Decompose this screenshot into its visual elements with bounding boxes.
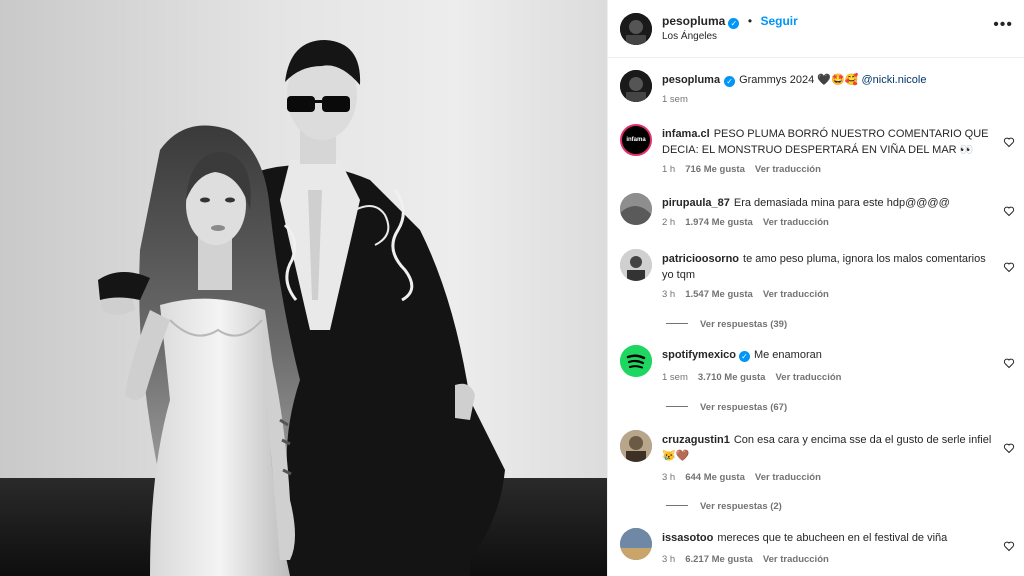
comment-time[interactable]: 2 h	[662, 217, 675, 228]
comment-time[interactable]: 1 sem	[662, 372, 688, 383]
comment-text: Era demasiada mina para este hdp@@@@	[733, 197, 950, 209]
comment-time[interactable]: 3 h	[662, 289, 675, 300]
translate-link[interactable]: Ver traducción	[763, 289, 829, 300]
avatar[interactable]	[620, 430, 652, 462]
heart-icon[interactable]	[1003, 205, 1015, 217]
view-replies-label: Ver respuestas (39)	[700, 319, 788, 330]
avatar[interactable]	[620, 70, 652, 102]
translate-link[interactable]: Ver traducción	[763, 217, 829, 228]
comment-likes[interactable]: 1.974 Me gusta	[685, 217, 753, 228]
comment-likes[interactable]: 3.710 Me gusta	[698, 372, 766, 383]
verified-icon: ✓	[728, 18, 740, 29]
view-replies-button[interactable]: Ver respuestas (39)	[666, 319, 787, 330]
replies-line	[666, 505, 688, 506]
comment-likes[interactable]: 644 Me gusta	[685, 472, 745, 483]
post-photo[interactable]	[0, 0, 607, 576]
caption-username[interactable]: pesopluma	[662, 74, 720, 86]
avatar[interactable]: infama	[620, 124, 652, 156]
more-horizontal-icon[interactable]: •••	[993, 16, 1013, 34]
translate-link[interactable]: Ver traducción	[775, 372, 841, 383]
replies-line	[666, 406, 688, 407]
translate-link[interactable]: Ver traducción	[755, 164, 821, 175]
avatar[interactable]	[620, 193, 652, 225]
comment-likes[interactable]: 1.547 Me gusta	[685, 289, 753, 300]
comment-text: PESO PLUMA BORRÓ NUESTRO COMENTARIO QUE …	[662, 128, 989, 156]
comment-time[interactable]: 3 h	[662, 472, 675, 483]
heart-icon[interactable]	[1003, 136, 1015, 148]
comment-likes[interactable]: 716 Me gusta	[685, 164, 745, 175]
heart-icon[interactable]	[1003, 357, 1015, 369]
comment-username[interactable]: pirupaula_87	[662, 197, 730, 209]
comment-username[interactable]: patricioosorno	[662, 253, 739, 265]
view-replies-label: Ver respuestas (67)	[700, 402, 788, 413]
translate-link[interactable]: Ver traducción	[763, 554, 829, 565]
translate-link[interactable]: Ver traducción	[755, 472, 821, 483]
caption-text: Grammys 2024 🖤🤩🥰	[739, 74, 859, 86]
heart-icon[interactable]	[1003, 540, 1015, 552]
avatar[interactable]	[620, 13, 652, 45]
avatar[interactable]	[620, 345, 652, 377]
comment-text: mereces que te abucheen en el festival d…	[717, 532, 948, 544]
view-replies-button[interactable]: Ver respuestas (67)	[666, 402, 787, 413]
comment-username[interactable]: issasotoo	[662, 532, 713, 544]
avatar[interactable]	[620, 528, 652, 560]
post-image-illustration	[0, 40, 607, 576]
comment-text: Me enamoran	[753, 349, 822, 361]
comment-username[interactable]: spotifymexico	[662, 349, 736, 361]
comment-time[interactable]: 3 h	[662, 554, 675, 565]
post-username[interactable]: pesopluma	[662, 14, 725, 28]
post-header: pesopluma ✓ • Seguir Los Ángeles •••	[608, 0, 1024, 58]
comment-time[interactable]: 1 h	[662, 164, 675, 175]
view-replies-label: Ver respuestas (2)	[700, 501, 782, 512]
verified-icon: ✓	[724, 76, 736, 87]
replies-line	[666, 323, 688, 324]
comment-likes[interactable]: 6.217 Me gusta	[685, 554, 753, 565]
heart-icon[interactable]	[1003, 261, 1015, 273]
comment-username[interactable]: cruzagustin1	[662, 434, 730, 446]
comment-username[interactable]: infama.cl	[662, 128, 710, 140]
avatar[interactable]	[620, 249, 652, 281]
post-location[interactable]: Los Ángeles	[662, 31, 717, 42]
comments-panel: pesopluma ✓ • Seguir Los Ángeles ••• peso…	[607, 0, 1024, 576]
verified-icon: ✓	[738, 351, 750, 362]
caption-time[interactable]: 1 sem	[662, 94, 688, 105]
view-replies-button[interactable]: Ver respuestas (2)	[666, 501, 782, 512]
caption-mention[interactable]: @nicki.nicole	[861, 74, 926, 86]
spotify-icon	[620, 345, 652, 377]
avatar-label: infama	[626, 137, 646, 143]
separator-dot: •	[747, 14, 753, 28]
follow-button[interactable]: Seguir	[760, 14, 797, 28]
heart-icon[interactable]	[1003, 442, 1015, 454]
